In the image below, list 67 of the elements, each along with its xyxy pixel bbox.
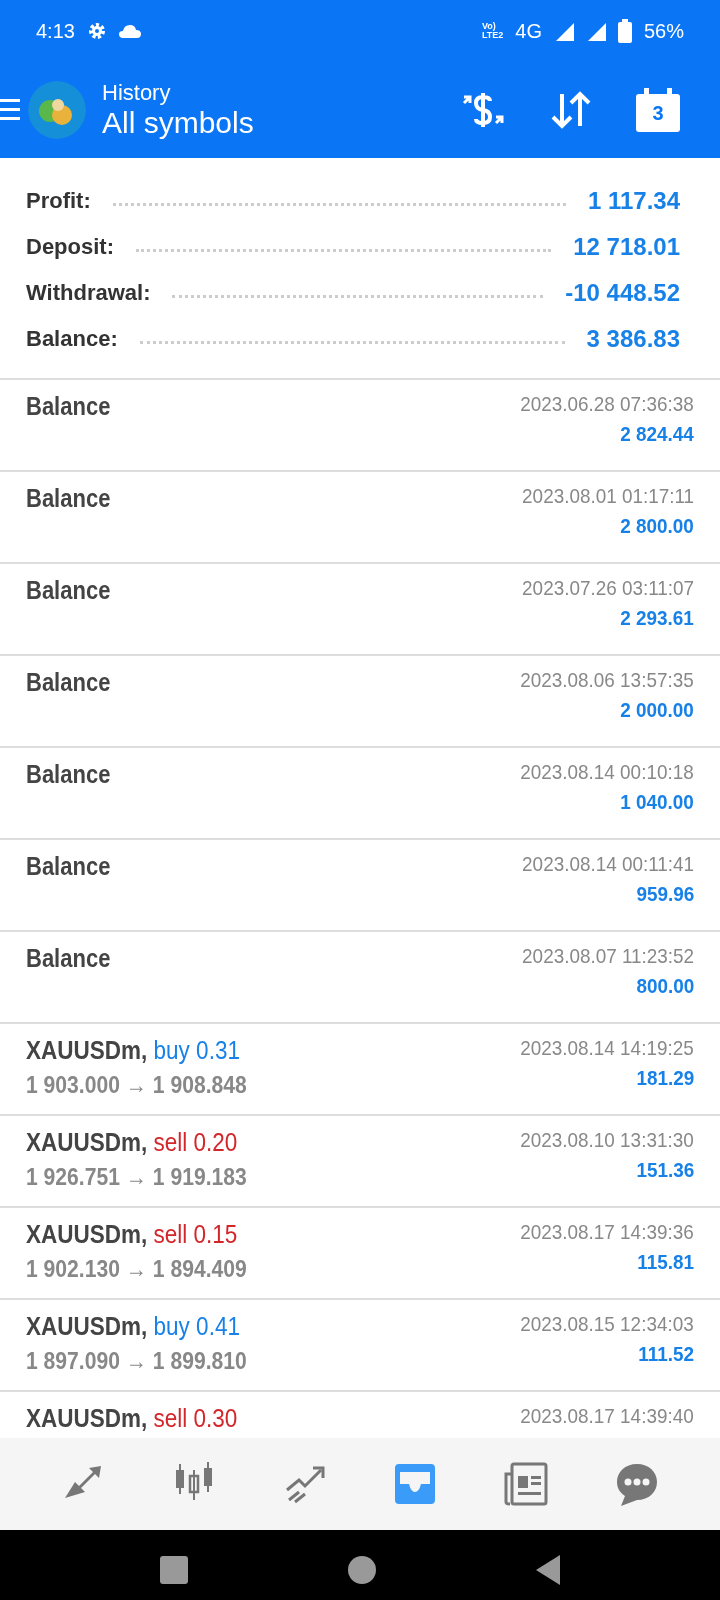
entry-amount: 111.52 <box>638 1342 694 1366</box>
entry-amount: 2 293.61 <box>620 606 694 630</box>
entry-time: 2023.08.14 00:10:18 <box>520 760 694 784</box>
entry-title: Balance <box>26 484 111 513</box>
entry-time: 2023.08.01 01:17:11 <box>522 484 694 508</box>
entry-amount: 2 000.00 <box>620 698 694 722</box>
entry-time: 2023.08.17 14:39:40 <box>520 1404 694 1428</box>
trade-prices: 1 903.000 → 1 908.848 <box>26 1071 247 1099</box>
entry-time: 2023.08.07 11:23:52 <box>522 944 694 968</box>
trade-order: buy 0.31 <box>153 1036 240 1065</box>
entry-time: 2023.06.28 07:36:38 <box>520 392 694 416</box>
entry-time: 2023.08.10 13:31:30 <box>520 1128 694 1152</box>
trade-symbol: XAUUSDm, <box>26 1220 148 1249</box>
trade-order: sell 0.15 <box>153 1220 238 1249</box>
entry-time: 2023.08.14 00:11:41 <box>522 852 694 876</box>
entry-amount: 2 824.44 <box>620 422 694 446</box>
entry-amount: 2 800.00 <box>620 514 694 538</box>
summary-label: Deposit: <box>26 234 114 260</box>
entry-amount: 151.36 <box>636 1158 694 1182</box>
trade-prices: 1 926.751 → 1 919.183 <box>26 1163 247 1191</box>
entry-amount: 800.00 <box>636 974 694 998</box>
entry-amount: 1 040.00 <box>620 790 694 814</box>
entry-title: Balance <box>26 576 111 605</box>
summary-label: Profit: <box>26 188 91 214</box>
sort-icon[interactable] <box>550 90 592 130</box>
battery-icon <box>617 19 632 43</box>
entry-title: Balance <box>26 944 111 973</box>
entry-amount: 181.29 <box>636 1066 694 1090</box>
entry-title: Balance <box>26 392 111 421</box>
summary-label: Withdrawal: <box>26 280 151 306</box>
trade-symbol: XAUUSDm, <box>26 1312 148 1341</box>
entry-title: Balance <box>26 760 111 789</box>
trade-symbol: XAUUSDm, <box>26 1036 148 1065</box>
trade-prices: 1 897.090 → 1 899.810 <box>26 1347 247 1375</box>
app-logo-icon <box>28 81 86 139</box>
settings-icon <box>86 21 107 41</box>
entry-title: Balance <box>26 668 111 697</box>
entry-amount: 959.96 <box>636 882 694 906</box>
home-button[interactable] <box>348 1556 376 1584</box>
entry-amount: 115.81 <box>637 1250 694 1274</box>
entry-time: 2023.07.26 03:11:07 <box>522 576 694 600</box>
battery-percent: 56% <box>643 19 684 43</box>
summary-label: Balance: <box>26 326 118 352</box>
back-button[interactable] <box>536 1555 560 1585</box>
entry-time: 2023.08.17 14:39:36 <box>520 1220 694 1244</box>
trade-symbol: XAUUSDm, <box>26 1404 148 1433</box>
cloud-icon <box>118 24 141 38</box>
trade-prices: 1 902.130 → 1 894.409 <box>26 1255 247 1283</box>
entry-title: Balance <box>26 852 111 881</box>
network-label: 4G <box>515 19 542 43</box>
volte-label: Vo) <box>481 22 496 31</box>
trade-symbol: XAUUSDm, <box>26 1128 148 1157</box>
summary-value: 3 386.83 <box>586 325 680 353</box>
trade-order: sell 0.30 <box>153 1404 238 1433</box>
status-time: 4:13 <box>36 19 75 43</box>
entry-time: 2023.08.14 14:19:25 <box>520 1036 694 1060</box>
trade-order: sell 0.20 <box>153 1128 238 1157</box>
symbol-filter[interactable]: All symbols <box>102 106 254 140</box>
trade-order: buy 0.41 <box>153 1312 240 1341</box>
menu-icon[interactable] <box>0 97 20 123</box>
summary-value: 1 117.34 <box>587 187 680 215</box>
entry-time: 2023.08.06 13:57:35 <box>520 668 694 692</box>
entry-time: 2023.08.15 12:34:03 <box>520 1312 694 1336</box>
screen-title: History <box>102 80 171 106</box>
summary-value: 12 718.01 <box>573 233 680 261</box>
summary-value: -10 448.52 <box>565 279 680 307</box>
lte-label: LTE2 <box>481 31 504 40</box>
